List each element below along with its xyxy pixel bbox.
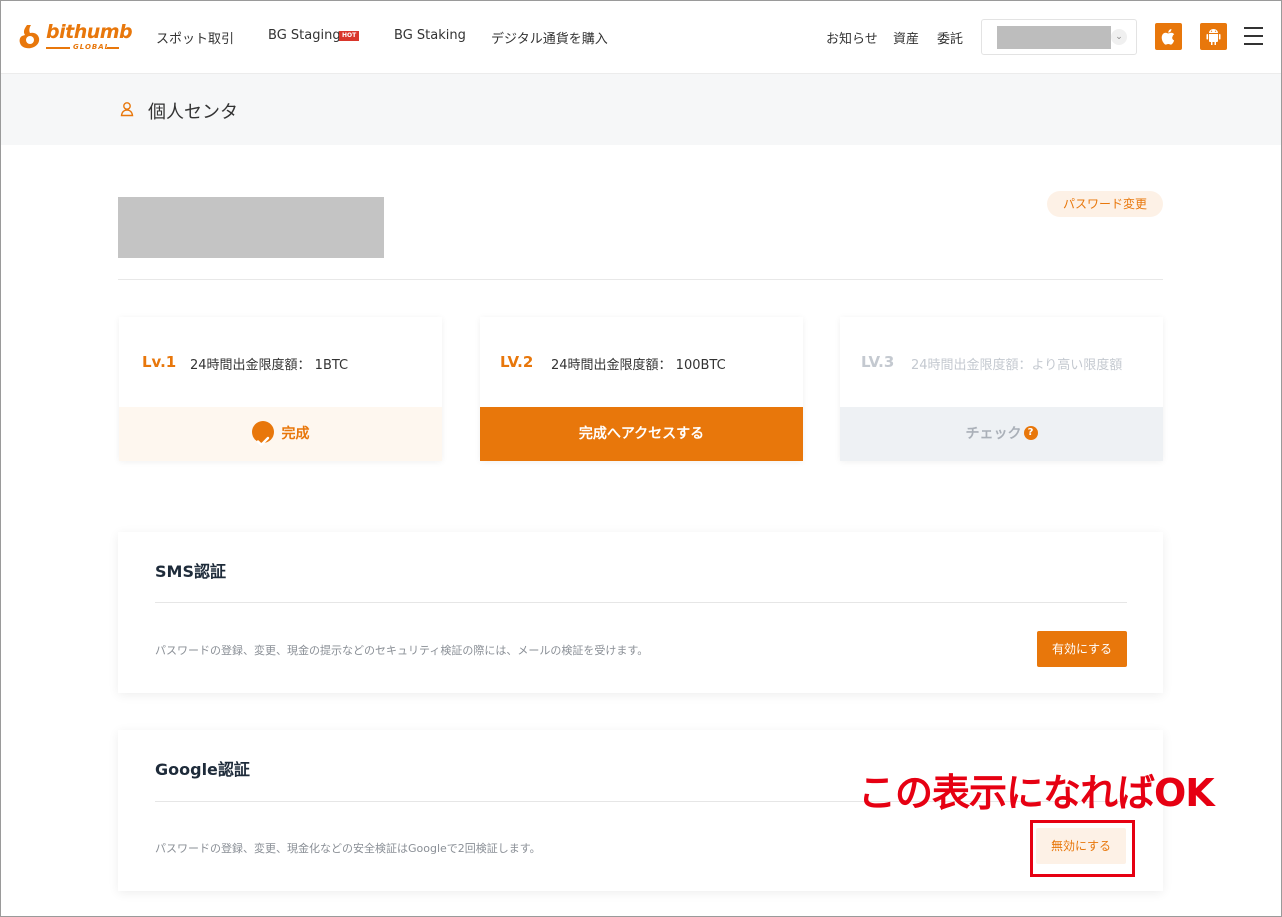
google-auth-title: Google認証 <box>155 760 250 779</box>
sms-auth-description: パスワードの登録、変更、現金の提示などのセキュリティ検証の際には、メールの検証を… <box>155 644 649 657</box>
redacted-account-name <box>997 26 1111 49</box>
level-limit-text: 24時間出金限度額： 1BTC <box>190 358 349 373</box>
nav-buy-crypto[interactable]: デジタル通貨を購入 <box>491 28 608 47</box>
logo-wordmark: bithumb <box>46 21 133 43</box>
level-3-check-button[interactable]: チェック? <box>840 407 1163 461</box>
divider <box>155 602 1127 603</box>
logo-line-right <box>107 47 119 49</box>
google-auth-description: パスワードの登録、変更、現金化などの安全検証はGoogleで2回検証します。 <box>155 842 541 855</box>
android-app-button[interactable] <box>1200 23 1227 50</box>
hamburger-menu-icon[interactable] <box>1244 27 1263 45</box>
level-status-label: チェック <box>965 426 1022 442</box>
level-status-label: 完成 <box>281 426 310 442</box>
level-2-header: LV.2 24時間出金限度額： 100BTC <box>480 317 803 407</box>
nav-bg-staging-label: BG Staging <box>268 28 341 43</box>
user-icon <box>120 102 134 117</box>
level-3-header: LV.3 24時間出金限度額：より高い限度額 <box>840 317 1163 407</box>
page-banner: 個人センタ <box>0 74 1282 145</box>
android-icon <box>1206 29 1221 45</box>
annotation-text: この表示になればOK <box>858 771 1215 815</box>
nav-announcements[interactable]: お知らせ <box>826 28 878 47</box>
level-1-card: Lv.1 24時間出金限度額： 1BTC 完成 <box>119 317 442 461</box>
level-2-access-button[interactable]: 完成へアクセスする <box>480 407 803 461</box>
level-1-status: 完成 <box>119 407 442 461</box>
apple-icon <box>1161 29 1175 45</box>
nav-orders[interactable]: 委託 <box>937 28 963 47</box>
divider <box>118 279 1163 280</box>
level-badge: LV.3 <box>861 353 895 371</box>
level-limit-text: 24時間出金限度額：より高い限度額 <box>911 358 1123 373</box>
level-1-header: Lv.1 24時間出金限度額： 1BTC <box>119 317 442 407</box>
nav-spot-trading[interactable]: スポット取引 <box>156 28 234 47</box>
level-badge: LV.2 <box>500 353 534 371</box>
logo-subtitle: GLOBAL <box>73 43 111 51</box>
level-3-card: LV.3 24時間出金限度額：より高い限度額 チェック? <box>840 317 1163 461</box>
change-password-button[interactable]: パスワード変更 <box>1047 191 1163 217</box>
ios-app-button[interactable] <box>1155 23 1182 50</box>
hot-badge: HOT <box>339 31 360 41</box>
page-title: 個人センタ <box>148 102 238 123</box>
check-circle-icon <box>251 421 274 446</box>
sms-auth-card: SMS認証 パスワードの登録、変更、現金の提示などのセキュリティ検証の際には、メ… <box>118 532 1163 693</box>
level-badge: Lv.1 <box>142 353 177 371</box>
nav-assets[interactable]: 資産 <box>893 28 919 47</box>
bithumb-logo-icon <box>19 25 40 49</box>
level-2-card: LV.2 24時間出金限度額： 100BTC 完成へアクセスする <box>480 317 803 461</box>
redacted-user-info <box>118 197 384 258</box>
sms-enable-button[interactable]: 有効にする <box>1037 631 1127 667</box>
bithumb-logo[interactable]: bithumb GLOBAL <box>19 21 133 53</box>
level-limit-text: 24時間出金限度額： 100BTC <box>551 358 726 373</box>
annotation-highlight-box <box>1030 820 1135 877</box>
top-navbar: bithumb GLOBAL スポット取引 BG Staging HOT BG … <box>0 0 1282 74</box>
sms-auth-title: SMS認証 <box>155 562 226 581</box>
nav-bg-staging[interactable]: BG Staging HOT <box>268 28 360 43</box>
help-icon[interactable]: ? <box>1023 426 1038 440</box>
account-dropdown[interactable]: ⌄ <box>981 19 1137 55</box>
chevron-down-icon: ⌄ <box>1111 29 1127 45</box>
nav-bg-staking[interactable]: BG Staking <box>394 28 466 43</box>
logo-line-left <box>46 47 70 49</box>
